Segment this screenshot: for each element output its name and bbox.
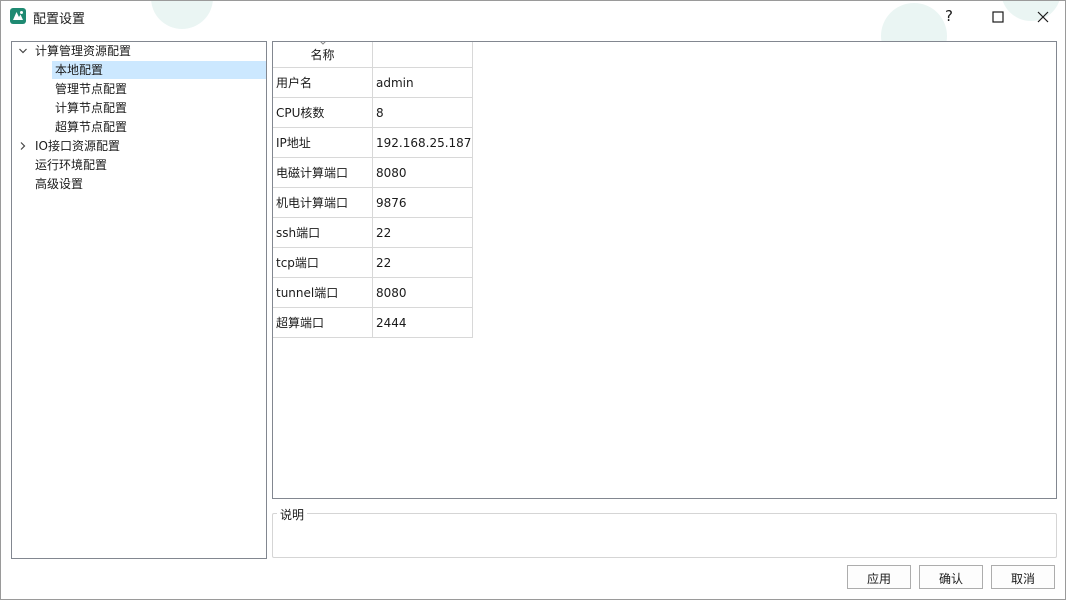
property-value[interactable]: 8 — [372, 97, 473, 128]
property-value[interactable]: 8080 — [372, 277, 473, 308]
table-row[interactable]: 电磁计算端口 8080 — [273, 157, 473, 188]
tree-item-local-config[interactable]: 本地配置 — [52, 61, 266, 79]
window-title: 配置设置 — [33, 12, 86, 27]
property-key: 用户名 — [273, 67, 373, 98]
table-row[interactable]: 机电计算端口 9876 — [273, 187, 473, 218]
help-button[interactable]: ? — [937, 1, 967, 33]
maximize-button[interactable] — [975, 1, 1021, 33]
tree-item-label: 计算节点配置 — [55, 101, 128, 115]
tree-item-label: IO接口资源配置 — [35, 139, 120, 153]
description-box — [272, 513, 1057, 558]
property-key: tcp端口 — [273, 247, 373, 278]
property-key: 电磁计算端口 — [273, 157, 373, 188]
table-row[interactable]: CPU核数 8 — [273, 97, 473, 128]
property-table: 名称 用户名 admin CPU核数 8 IP地址 192.168.25.187… — [273, 42, 473, 338]
table-row[interactable]: tcp端口 22 — [273, 247, 473, 278]
column-header-name[interactable]: 名称 — [273, 42, 373, 68]
maximize-icon — [992, 11, 1004, 23]
tree-item-label: 运行环境配置 — [35, 158, 108, 172]
table-row[interactable]: IP地址 192.168.25.187 — [273, 127, 473, 158]
chevron-down-icon[interactable] — [18, 46, 28, 56]
property-value[interactable]: 9876 — [372, 187, 473, 218]
config-tree[interactable]: 计算管理资源配置 本地配置 管理节点配置 计算节点配置 超算节点配置 IO接口资… — [11, 41, 267, 559]
tree-item-label: 计算管理资源配置 — [35, 44, 132, 58]
close-icon — [1037, 11, 1049, 23]
tree-item-label: 管理节点配置 — [55, 82, 128, 96]
tree-item-label: 高级设置 — [35, 177, 84, 191]
property-key: 机电计算端口 — [273, 187, 373, 218]
tree-item-label: 超算节点配置 — [55, 120, 128, 134]
close-button[interactable] — [1020, 1, 1065, 33]
property-value[interactable]: 2444 — [372, 307, 473, 338]
property-grid[interactable]: 名称 用户名 admin CPU核数 8 IP地址 192.168.25.187… — [272, 41, 1057, 499]
property-key: 超算端口 — [273, 307, 373, 338]
property-key: IP地址 — [273, 127, 373, 158]
tree-item-label: 本地配置 — [55, 63, 104, 77]
cancel-button[interactable]: 取消 — [991, 565, 1055, 589]
help-icon: ? — [945, 7, 953, 25]
property-key: tunnel端口 — [273, 277, 373, 308]
property-value[interactable]: 22 — [372, 217, 473, 248]
table-row[interactable]: 超算端口 2444 — [273, 307, 473, 338]
column-header-value[interactable] — [372, 42, 473, 68]
dialog-window: 配置设置 ? 计算管理资源配置 本地配置 管理节点配置 计算节点配置 超算节点配… — [0, 0, 1066, 600]
table-row[interactable]: ssh端口 22 — [273, 217, 473, 248]
chevron-right-icon[interactable] — [18, 141, 28, 151]
decorative-circle — [151, 1, 213, 29]
property-value[interactable]: 8080 — [372, 157, 473, 188]
table-row[interactable]: tunnel端口 8080 — [273, 277, 473, 308]
table-header-row: 名称 — [273, 42, 473, 68]
sort-caret-icon — [320, 42, 326, 45]
app-logo-icon — [10, 8, 26, 24]
title-bar[interactable]: 配置设置 ? — [1, 1, 1065, 69]
property-value[interactable]: 22 — [372, 247, 473, 278]
property-value[interactable]: admin — [372, 67, 473, 98]
description-label: 说明 — [277, 506, 308, 523]
table-row[interactable]: 用户名 admin — [273, 67, 473, 98]
property-value[interactable]: 192.168.25.187 — [372, 127, 473, 158]
property-key: ssh端口 — [273, 217, 373, 248]
apply-button[interactable]: 应用 — [847, 565, 911, 589]
ok-button[interactable]: 确认 — [919, 565, 983, 589]
property-key: CPU核数 — [273, 97, 373, 128]
